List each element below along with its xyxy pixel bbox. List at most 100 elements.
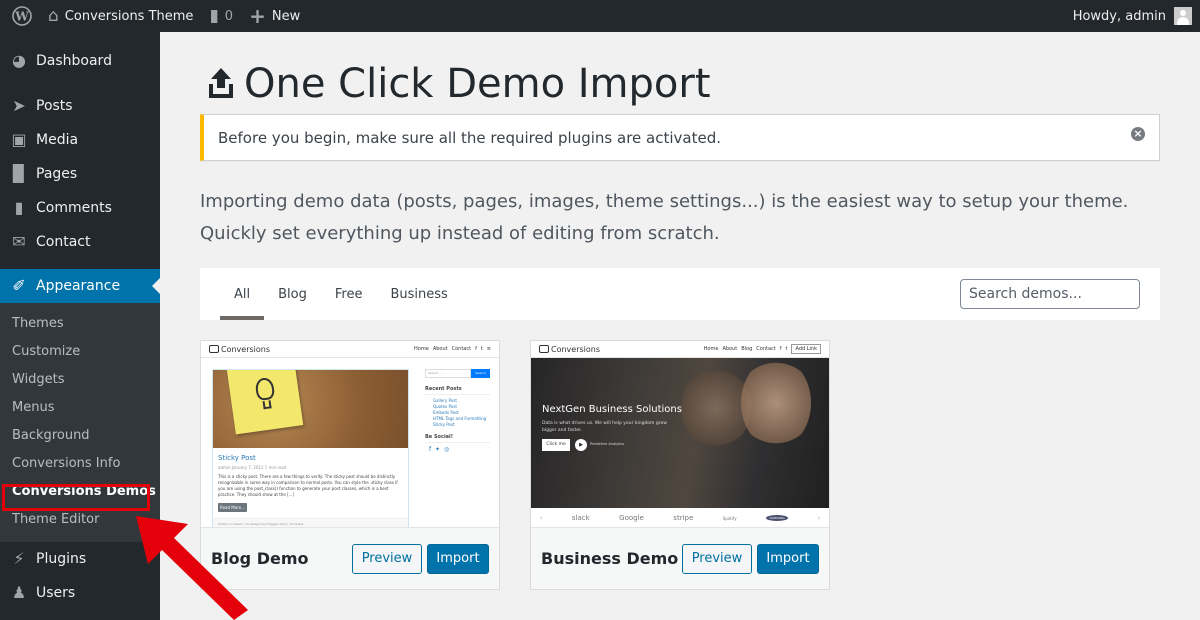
spotify-logo: Spotify <box>722 515 737 521</box>
demo-grid: Conversions Home About Contact f t ≡ Sti… <box>200 340 1160 590</box>
submenu-item-background[interactable]: Background <box>0 422 160 450</box>
mini-read-more: Read More... <box>218 503 247 512</box>
tab-blog[interactable]: Blog <box>264 268 321 320</box>
demo-name: Business Demo <box>541 549 679 568</box>
sidebar-item-label: Pages <box>36 166 78 182</box>
mini-post-title: Sticky Post <box>218 454 256 462</box>
demo-name: Blog Demo <box>211 549 309 568</box>
google-logo: Google <box>619 514 644 522</box>
user-icon: ♟ <box>11 583 27 602</box>
envelope-icon: ✉ <box>12 232 26 251</box>
menu-icon: ≡ <box>486 346 491 352</box>
logo-mark-icon <box>539 345 549 353</box>
comment-icon: ▮ <box>209 5 219 26</box>
social-icons: f ✦ ◎ <box>429 446 451 453</box>
comments-count: 0 <box>224 8 234 24</box>
sidebar-item-plugins[interactable]: ⚡ Plugins <box>0 542 160 576</box>
sidebar-item-comments[interactable]: ▮ Comments <box>0 191 160 225</box>
svg-text:W: W <box>14 10 29 24</box>
sidebar-item-label: Dashboard <box>36 53 112 69</box>
mini-site-nav: Home About Contact f t ≡ <box>414 346 491 352</box>
play-icon: ▶ <box>575 439 587 451</box>
sidebar-item-label: Appearance <box>36 278 121 294</box>
demo-card-footer: Blog Demo Preview Import <box>201 528 499 589</box>
mini-site-logo: Conversions <box>209 345 270 354</box>
greeting: Howdy, admin <box>1072 8 1166 24</box>
mini-logo-strip: ‹ slack Google stripe Spotify SAMSUNG › <box>531 508 829 527</box>
mini-post-footer: Posted in Classic, Uncategorized Tagged … <box>213 518 408 527</box>
warning-notice: Before you begin, make sure all the requ… <box>200 114 1160 161</box>
preview-button[interactable]: Preview <box>352 543 422 574</box>
tab-free[interactable]: Free <box>321 268 377 320</box>
submenu-item-menus[interactable]: Menus <box>0 394 160 422</box>
wordpress-logo-icon: W <box>12 6 32 26</box>
mini-sidebar: Search ... Search Recent Posts Gallery Po… <box>425 369 490 453</box>
import-button[interactable]: Import <box>757 543 819 574</box>
sidebar-item-pages[interactable]: ▉ Pages <box>0 157 160 191</box>
import-button[interactable]: Import <box>427 543 489 574</box>
sidebar-item-dashboard[interactable]: ◕ Dashboard <box>0 44 160 78</box>
site-name: Conversions Theme <box>64 8 194 24</box>
twitter-icon: t <box>480 346 483 352</box>
media-icon: ▣ <box>11 130 27 149</box>
admin-sidebar: ◕ Dashboard ➤ Posts ▣ Media ▉ Pages ▮ Comment… <box>0 32 160 620</box>
search-demos-input[interactable] <box>960 279 1140 309</box>
post-featured-image <box>213 370 408 448</box>
plus-icon: + <box>249 4 266 28</box>
twitter-icon: t <box>785 346 788 352</box>
samsung-logo: SAMSUNG <box>766 515 789 521</box>
slack-logo: slack <box>571 514 590 522</box>
submenu-item-widgets[interactable]: Widgets <box>0 366 160 394</box>
submenu-item-conversions-info[interactable]: Conversions Info <box>0 450 160 478</box>
sidebar-item-users[interactable]: ♟ Users <box>0 576 160 610</box>
mini-blog-post: Sticky Post admin January 7, 2012 1 min … <box>212 369 409 527</box>
site-name-link[interactable]: ⌂ Conversions Theme <box>40 0 201 32</box>
mini-hero: NextGen Business Solutions Data is what … <box>531 358 829 508</box>
sidebar-item-label: Users <box>36 585 76 601</box>
wordpress-logo-button[interactable]: W <box>4 0 40 32</box>
my-account-link[interactable]: Howdy, admin <box>1065 0 1200 32</box>
home-icon: ⌂ <box>48 5 59 26</box>
demo-card-blog: Conversions Home About Contact f t ≡ Sti… <box>200 340 500 590</box>
tab-all[interactable]: All <box>220 268 265 320</box>
stripe-logo: stripe <box>673 514 694 522</box>
sidebar-item-media[interactable]: ▣ Media <box>0 123 160 157</box>
chevron-left-icon: ‹ <box>540 514 543 522</box>
admin-bar: W ⌂ Conversions Theme ▮ 0 + New Howdy, a… <box>0 0 1200 32</box>
mini-site-nav: Home About Blog Contact f t Add Link <box>704 344 821 354</box>
sidebar-item-appearance[interactable]: ✐ Appearance <box>0 269 160 303</box>
sidebar-item-label: Plugins <box>36 551 87 567</box>
sidebar-item-contact[interactable]: ✉ Contact <box>0 225 160 259</box>
paintbrush-icon: ✐ <box>12 276 26 295</box>
page-title: One Click Demo Import <box>200 59 1160 109</box>
mini-cta: Click me <box>542 439 570 451</box>
demo-card-business: Conversions Home About Blog Contact f t … <box>530 340 830 590</box>
sidebar-item-posts[interactable]: ➤ Posts <box>0 89 160 123</box>
plug-icon: ⚡ <box>13 549 25 568</box>
upload-icon <box>206 66 236 102</box>
new-content-link[interactable]: + New <box>241 0 308 32</box>
facebook-icon: f <box>779 346 782 352</box>
demo-preview-image: Conversions Home About Blog Contact f t … <box>531 341 829 528</box>
comments-link[interactable]: ▮ 0 <box>201 0 241 32</box>
sidebar-item-label: Posts <box>36 98 73 114</box>
page-title-text: One Click Demo Import <box>244 61 711 107</box>
comment-icon: ▮ <box>14 198 24 217</box>
mini-hero-title: NextGen Business Solutions <box>542 404 682 415</box>
dismiss-icon[interactable]: × <box>1131 127 1145 141</box>
mini-site-logo: Conversions <box>539 345 600 354</box>
highlight-box-annotation <box>2 484 150 511</box>
demo-card-footer: Business Demo Preview Import <box>531 528 829 589</box>
tab-business[interactable]: Business <box>376 268 461 320</box>
dashboard-icon: ◕ <box>12 51 26 70</box>
mini-site-header: Conversions Home About Contact f t ≡ <box>201 341 499 358</box>
intro-text: Importing demo data (posts, pages, image… <box>200 191 1129 244</box>
new-label: New <box>271 8 301 24</box>
demo-filter-bar: All Blog Free Business <box>200 268 1160 320</box>
mini-site-header: Conversions Home About Blog Contact f t … <box>531 341 829 358</box>
pages-icon: ▉ <box>12 164 26 183</box>
lightbulb-icon <box>254 376 276 402</box>
submenu-item-customize[interactable]: Customize <box>0 338 160 366</box>
preview-button[interactable]: Preview <box>682 543 752 574</box>
submenu-item-themes[interactable]: Themes <box>0 310 160 338</box>
